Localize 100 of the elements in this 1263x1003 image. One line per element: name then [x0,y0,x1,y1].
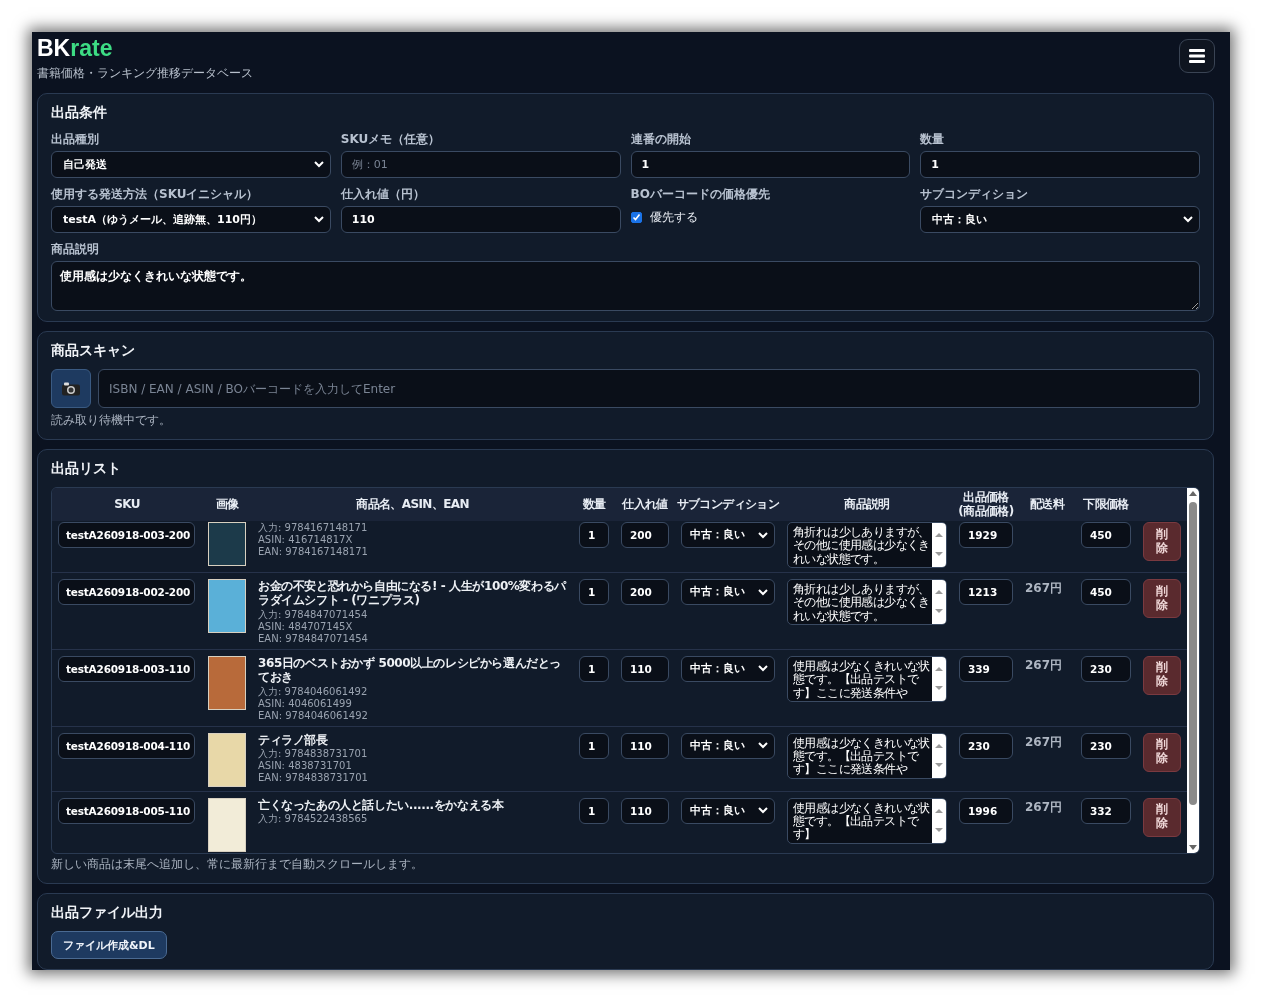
description-field[interactable]: 使用感は少なくきれいな状態です。【出品テストです】ここに発送条件や [787,732,947,779]
book-cover-placeholder [208,797,246,852]
delete-button[interactable]: 削除 [1143,732,1181,772]
ean-code: EAN: 9784167148171 [258,546,368,558]
column-header: 配送料 [1028,497,1066,512]
book-cover-placeholder [208,655,246,710]
field-label: BOバーコードの価格優先 [630,186,771,203]
subcondition-select[interactable]: 中古：良い [681,797,775,824]
section-title: 出品リスト [51,460,122,478]
field-label: 数量 [920,131,946,148]
sku-field[interactable]: testA260918-002-200 [58,579,195,605]
input-field[interactable]: 1 [630,151,911,178]
input-code: 入力: 9784522438565 [258,812,369,825]
scroll-arrows-icon [935,742,943,769]
price-field[interactable]: 1929 [959,522,1013,548]
chevron-down-icon [1183,216,1193,223]
quantity-field[interactable]: 1 [579,522,609,548]
subcondition-select[interactable]: 中古：良い [681,655,775,682]
price-field[interactable]: 339 [959,655,1013,682]
sku-field[interactable]: testA260918-004-110 [58,732,195,759]
section-title: 出品ファイル出力 [51,904,164,922]
product-title: ティラノ部長 [258,732,329,747]
min-price-field[interactable]: 450 [1081,579,1131,605]
input-code: 入力: 9784847071454 [258,608,369,621]
field-label: 仕入れ値（円） [340,186,426,203]
input-code: 入力: 9784167148171 [258,522,368,534]
asin-code: ASIN: 4046061499 [258,697,353,710]
field-label: 商品説明 [51,241,100,258]
ean-code: EAN: 9784838731701 [258,771,368,784]
asin-code: ASIN: 416714817X [258,534,354,546]
min-price-field[interactable]: 230 [1081,732,1131,759]
product-title: 亡くなったあの人と話したい......をかなえる本 [258,797,504,812]
export-button[interactable]: ファイル作成&DL [51,931,167,959]
cost-field[interactable]: 200 [621,579,669,605]
description-field[interactable]: 使用感は少なくきれいな状態です。【出品テストです】 [787,797,947,844]
column-header: 下限価格 [1082,497,1130,512]
chevron-down-icon [313,161,324,168]
select-field[interactable]: 自己発送 [51,151,331,178]
select-field[interactable]: 中古：良い [920,206,1200,233]
camera-button[interactable] [51,369,91,408]
quantity-field[interactable]: 1 [579,797,609,824]
input-field[interactable]: 1 [920,151,1200,178]
price-field[interactable]: 230 [959,732,1013,759]
delete-button[interactable]: 削除 [1143,579,1181,618]
scroll-down-icon[interactable] [1189,845,1197,850]
cost-field[interactable]: 110 [621,655,669,682]
sku-field[interactable]: testA260918-003-200 [58,522,195,548]
field-label: SKUメモ（任意） [340,131,442,148]
scroll-arrows-icon [935,665,943,692]
ean-code: EAN: 9784046061492 [258,709,369,722]
asin-code: ASIN: 484707145X [258,620,354,633]
cost-field[interactable]: 200 [621,522,669,548]
scrollbar[interactable] [1187,488,1199,853]
delete-button[interactable]: 削除 [1143,655,1181,695]
description-field[interactable]: 角折れは少しありますが、その他に使用感は少なくきれいな状態です。 [787,579,947,625]
checkbox[interactable] [630,211,642,223]
section-title: 商品スキャン [51,342,136,360]
subcondition-select[interactable]: 中古：良い [681,522,775,548]
asin-code: ASIN: 4838731701 [258,759,353,772]
scroll-up-icon[interactable] [1189,491,1197,496]
subcondition-select[interactable]: 中古：良い [681,732,775,759]
quantity-field[interactable]: 1 [579,732,609,759]
column-header: SKU [113,497,141,512]
price-field[interactable]: 1996 [959,797,1013,824]
product-title: 365日のベストおかず 5000以上のレシピから選んだとっておき [258,655,563,685]
column-header: 商品名、ASIN、EAN [355,497,470,512]
input-code: 入力: 9784046061492 [258,685,369,698]
chevron-down-icon [758,807,768,815]
menu-button[interactable] [1179,39,1215,73]
delete-button[interactable]: 削除 [1143,797,1181,837]
min-price-field[interactable]: 450 [1081,522,1131,548]
column-header: 仕入れ値 [620,497,669,512]
min-price-field[interactable]: 332 [1081,797,1131,824]
quantity-field[interactable]: 1 [579,579,609,605]
cost-field[interactable]: 110 [621,732,669,759]
cost-field[interactable]: 110 [621,797,669,824]
quantity-field[interactable]: 1 [579,655,609,682]
price-field[interactable]: 1213 [959,579,1013,605]
field-label: サブコンディション [920,186,1030,203]
field-label: 連番の開始 [630,131,692,148]
select-field[interactable]: testA（ゆうメール、追跡無、110円） [51,206,331,233]
column-header: 数量 [581,497,607,512]
description-field[interactable]: 使用感は少なくきれいな状態です。【出品テストです】ここに発送条件や [787,655,947,702]
sku-field[interactable]: testA260918-005-110 [58,797,195,824]
scan-input[interactable]: ISBN / EAN / ASIN / BOバーコードを入力してEnter [98,369,1200,408]
subcondition-select[interactable]: 中古：良い [681,579,775,605]
sku-field[interactable]: testA260918-003-110 [58,655,195,682]
description-field[interactable]: 角折れは少しありますが、その他に使用感は少なくきれいな状態です。 [787,522,947,568]
shipping-fee: 267円 [1025,798,1063,816]
field-label: 使用する発送方法（SKUイニシャル） [51,186,260,203]
logo: BKrate [37,36,114,62]
input-field[interactable]: 110 [340,206,621,233]
column-header: 出品価格 (商品価格) [957,490,1015,519]
description-field[interactable]: 使用感は少なくきれいな状態です。 [51,261,1200,311]
menu-icon [1189,49,1205,63]
input-field[interactable]: 例：01 [340,151,621,178]
min-price-field[interactable]: 230 [1081,655,1131,682]
shipping-fee: 267円 [1025,733,1063,751]
delete-button[interactable]: 削除 [1143,522,1181,561]
subtitle: 書籍価格・ランキング推移データベース [37,65,253,83]
